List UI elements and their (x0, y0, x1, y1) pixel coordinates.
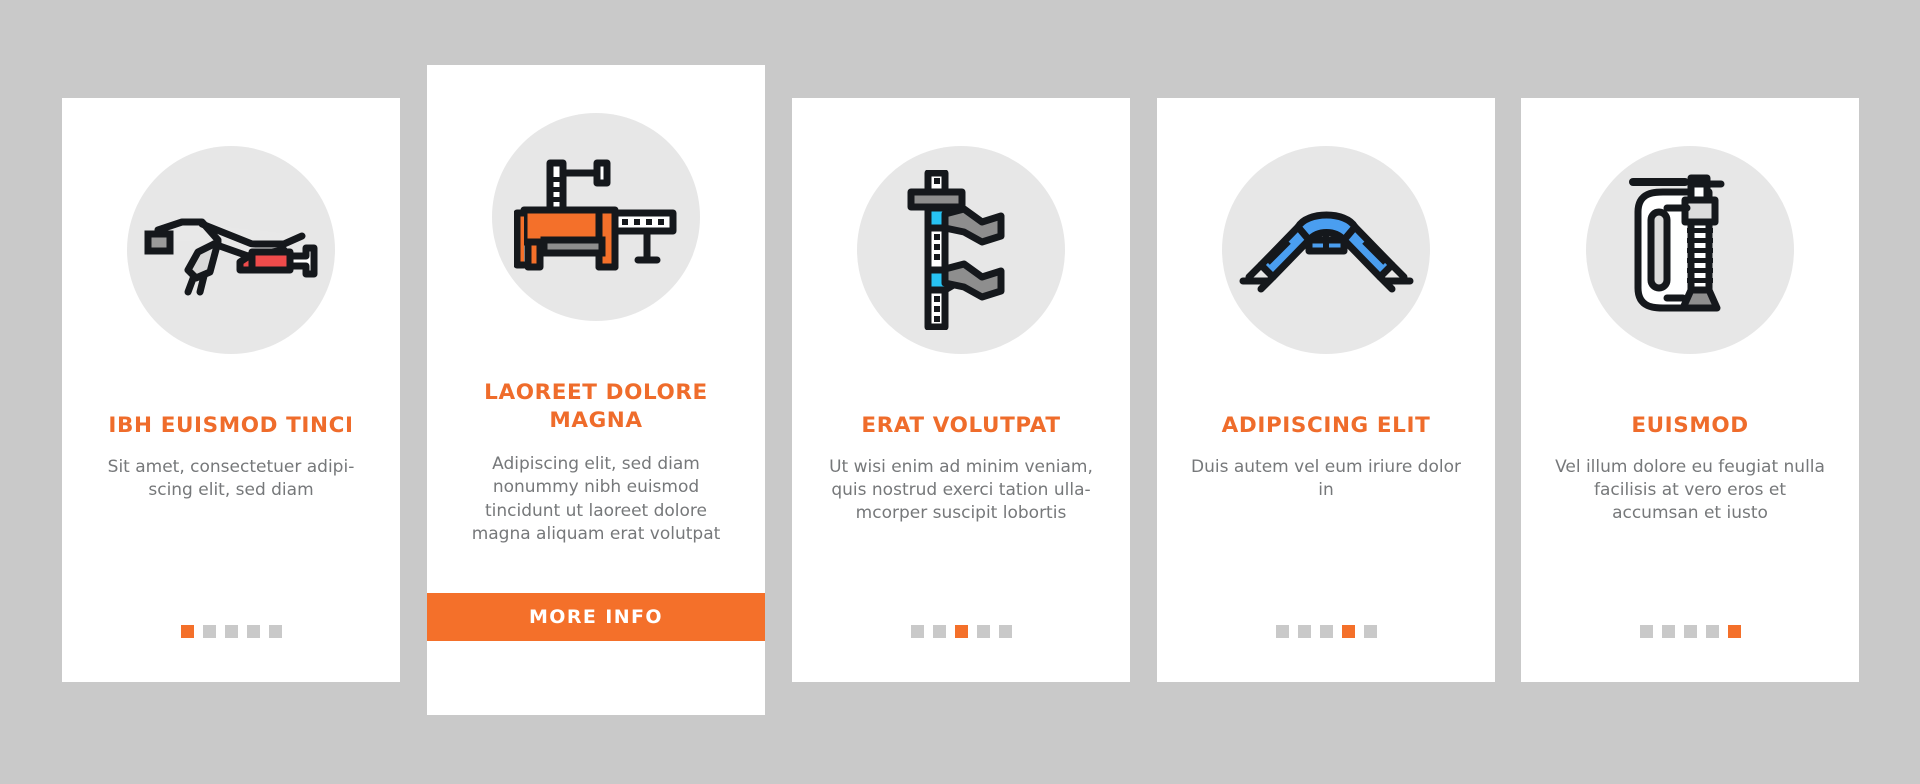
pagination-dot[interactable] (910, 625, 924, 638)
onboarding-card-3[interactable]: ERAT VOLUTPAT Ut wisi enim ad minim veni… (792, 98, 1130, 682)
card-body-4: Duis autem vel eum iriure dolor in (1191, 456, 1461, 500)
pagination-dot[interactable] (932, 625, 946, 638)
pagination-dots-4[interactable] (1157, 625, 1495, 638)
pagination-dot[interactable] (1319, 625, 1333, 638)
pagination-dot[interactable] (1275, 625, 1289, 638)
pagination-dot[interactable] (1705, 625, 1719, 638)
icon-circle-4 (1222, 146, 1430, 354)
pagination-dot[interactable] (1661, 625, 1675, 638)
pagination-dot[interactable] (954, 625, 968, 638)
card-title-4: ADIPISCING ELIT (1221, 413, 1431, 438)
onboarding-card-1[interactable]: IBH EUISMOD TINCI Sit amet, consectetuer… (62, 98, 400, 682)
pagination-dot[interactable] (1727, 625, 1741, 638)
pagination-dot[interactable] (246, 625, 260, 638)
more-info-button[interactable]: MORE INFO (427, 593, 765, 641)
pagination-dot[interactable] (1683, 625, 1697, 638)
c-clamp-icon (1629, 174, 1725, 312)
pagination-dot[interactable] (1341, 625, 1355, 638)
orange-bar-clamp-icon (513, 159, 676, 270)
onboarding-screens-container: IBH EUISMOD TINCI Sit amet, consectetuer… (0, 0, 1920, 784)
pagination-dot[interactable] (998, 625, 1012, 638)
card-body-3: Ut wisi enim ad minim veniam, quis nostr… (829, 456, 1093, 524)
pagination-dot[interactable] (1639, 625, 1653, 638)
card-body-2: Adipiscing elit, sed diam nonummy nibh e… (471, 454, 721, 545)
pagination-dot[interactable] (976, 625, 990, 638)
pagination-dots-1[interactable] (62, 625, 400, 638)
onboarding-card-5[interactable]: EUISMOD Vel illum dolore eu feugiat null… (1521, 98, 1859, 682)
pagination-dot[interactable] (1363, 625, 1377, 638)
icon-circle-5 (1586, 146, 1794, 354)
card-title-3: ERAT VOLUTPAT (861, 413, 1061, 438)
pagination-dot[interactable] (1297, 625, 1311, 638)
handheld-clamp-tool-icon (144, 218, 317, 296)
card-title-5: EUISMOD (1631, 413, 1749, 438)
blue-spring-clamp-icon (1239, 211, 1413, 292)
card-title-2: LAOREET DOLORE MAGNA (484, 380, 708, 433)
pagination-dot[interactable] (224, 625, 238, 638)
pagination-dot[interactable] (180, 625, 194, 638)
onboarding-card-4[interactable]: ADIPISCING ELIT Duis autem vel eum iriur… (1157, 98, 1495, 682)
pagination-dots-5[interactable] (1521, 625, 1859, 638)
card-title-1: IBH EUISMOD TINCI (108, 413, 354, 438)
icon-circle-1 (127, 146, 335, 354)
card-body-1: Sit amet, consectetuer adipi-scing elit,… (107, 456, 355, 500)
onboarding-card-2[interactable]: LAOREET DOLORE MAGNA Adipiscing elit, se… (427, 65, 765, 715)
card-body-5: Vel illum dolore eu feugiat nulla facili… (1555, 456, 1825, 524)
pagination-dots-3[interactable] (792, 625, 1130, 638)
pagination-dot[interactable] (202, 625, 216, 638)
icon-circle-3 (857, 146, 1065, 354)
icon-circle-2 (492, 113, 700, 321)
pagination-dot[interactable] (268, 625, 282, 638)
cyan-f-clamp-icon (907, 170, 1005, 330)
